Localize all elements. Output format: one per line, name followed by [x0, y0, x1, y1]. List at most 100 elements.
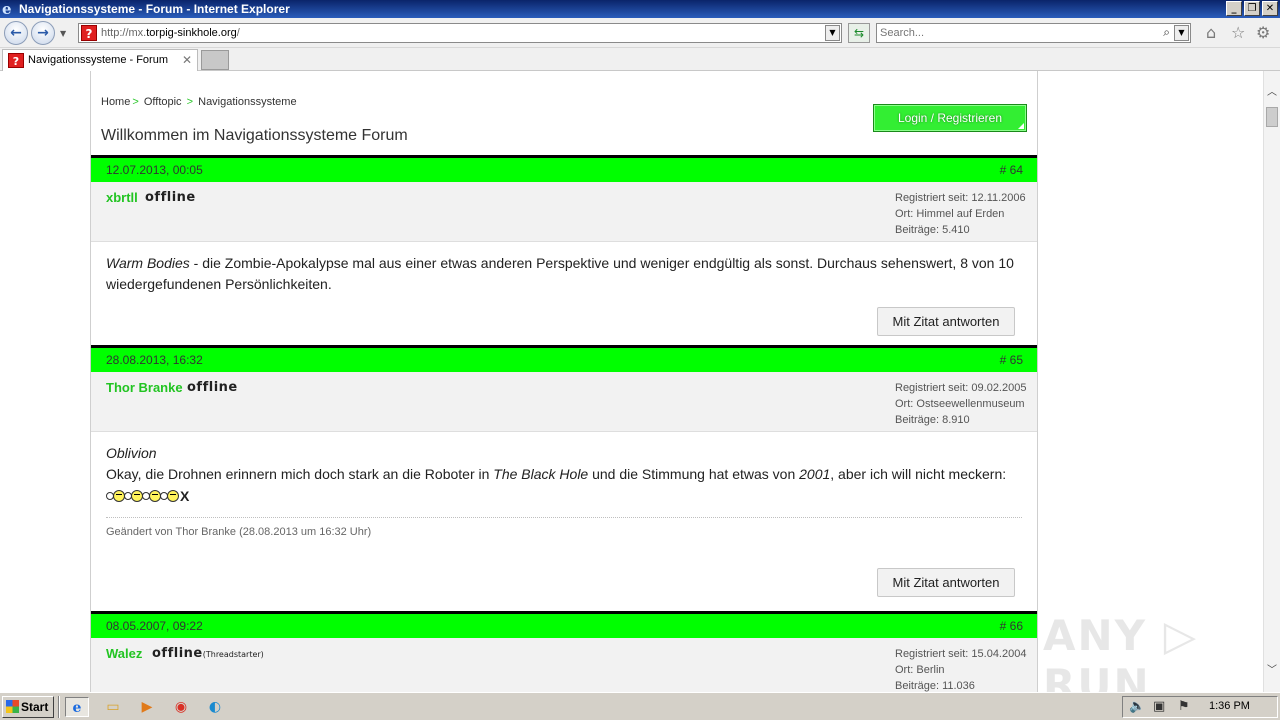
- address-bar[interactable]: ? http://mx.torpig-sinkhole.org/ ▼: [78, 23, 842, 43]
- forum-content: Home > Offtopic > Navigationssysteme Will…: [90, 71, 1038, 692]
- post-text: , aber ich will nicht meckern:: [830, 466, 1007, 482]
- post-movie-title: Warm Bodies: [106, 255, 190, 271]
- user-post-count: Beiträge: 8.910: [895, 414, 970, 426]
- taskbar-clock[interactable]: 1:36 PM: [1209, 700, 1250, 712]
- speaker-icon[interactable]: 🔈: [1129, 699, 1145, 715]
- user-meta: Registriert seit: 15.04.2004 Ort: Berlin…: [895, 646, 1026, 692]
- user-location: Ort: Berlin: [895, 664, 945, 676]
- post-user-info: Walez offline(Threadstarter) Registriert…: [91, 638, 1037, 692]
- post-date: 08.05.2007, 09:22: [106, 619, 203, 633]
- scroll-up-icon[interactable]: ︿: [1264, 85, 1280, 101]
- login-register-button[interactable]: Login / Registrieren: [873, 104, 1027, 132]
- ie-taskbar-icon[interactable]: e: [65, 697, 89, 717]
- page-viewport: Home > Offtopic > Navigationssysteme Will…: [0, 71, 1263, 692]
- user-post-count: Beiträge: 5.410: [895, 224, 970, 236]
- user-registered: Registriert seit: 15.04.2004: [895, 648, 1027, 660]
- chrome-icon[interactable]: ◉: [169, 697, 193, 717]
- user-registered: Registriert seit: 09.02.2005: [895, 382, 1027, 394]
- close-button[interactable]: ✕: [1262, 1, 1278, 16]
- user-location: Ort: Himmel auf Erden: [895, 208, 1005, 220]
- post-number-link[interactable]: # 66: [1000, 619, 1023, 633]
- site-favicon-icon: ?: [81, 25, 97, 41]
- back-button[interactable]: ←: [4, 21, 28, 45]
- user-post-count: Beiträge: 11.036: [895, 680, 975, 692]
- tab-bar: ? Navigationssysteme - Forum ✕: [0, 48, 1280, 71]
- address-dropdown-button[interactable]: ▼: [825, 25, 840, 41]
- threadstarter-note: (Threadstarter): [202, 650, 264, 659]
- url-prefix: http://mx.: [101, 27, 147, 39]
- quote-reply-button[interactable]: Mit Zitat antworten: [877, 307, 1015, 336]
- login-register-label: Login / Registrieren: [897, 111, 1003, 125]
- post-user-info: xbrtll offline Registriert seit: 12.11.2…: [91, 182, 1037, 242]
- breadcrumb-home[interactable]: Home: [101, 96, 130, 108]
- user-meta: Registriert seit: 12.11.2006 Ort: Himmel…: [895, 190, 1026, 238]
- explorer-folder-icon[interactable]: ▭: [101, 697, 125, 717]
- vertical-scrollbar[interactable]: ︿ ﹀: [1263, 71, 1280, 692]
- favorites-star-icon[interactable]: ☆: [1231, 25, 1245, 41]
- tab-navigationssysteme-forum[interactable]: ? Navigationssysteme - Forum ✕: [2, 49, 198, 71]
- scrollbar-thumb[interactable]: [1266, 107, 1278, 127]
- window-controls: _ ❐ ✕: [1226, 1, 1278, 16]
- history-dropdown-icon[interactable]: ▼: [60, 29, 66, 38]
- taskbar-separator: [58, 696, 60, 718]
- start-button[interactable]: Start: [2, 696, 54, 718]
- quote-reply-button[interactable]: Mit Zitat antworten: [877, 568, 1015, 597]
- windows-logo-icon: [6, 700, 19, 713]
- navigation-bar: ← → ▼ ? http://mx.torpig-sinkhole.org/ ▼…: [0, 18, 1280, 48]
- forward-button[interactable]: →: [31, 21, 55, 45]
- settings-gear-icon[interactable]: ⚙: [1256, 25, 1270, 41]
- search-box[interactable]: ⌕ ▼: [876, 23, 1191, 43]
- tab-close-icon[interactable]: ✕: [182, 53, 192, 67]
- refresh-button[interactable]: ⇆: [848, 23, 870, 43]
- home-icon[interactable]: ⌂: [1206, 25, 1216, 41]
- media-player-icon[interactable]: ▶: [135, 697, 159, 717]
- network-icon[interactable]: ▣: [1153, 699, 1165, 715]
- post-movie-title: Oblivion: [106, 445, 157, 461]
- search-input[interactable]: [880, 25, 1150, 41]
- search-icon[interactable]: ⌕: [1163, 25, 1170, 40]
- post-header: 08.05.2007, 09:22 # 66: [91, 611, 1037, 638]
- restore-button[interactable]: ❐: [1244, 1, 1260, 16]
- post-username[interactable]: Thor Branke: [106, 380, 183, 395]
- post-username[interactable]: Walez: [106, 646, 142, 661]
- address-url[interactable]: http://mx.torpig-sinkhole.org/: [101, 27, 240, 39]
- breadcrumb-navigationssysteme[interactable]: Navigationssysteme: [198, 96, 296, 108]
- user-status: offline(Threadstarter): [152, 646, 264, 661]
- url-suffix: /: [236, 27, 240, 39]
- page-title: Willkommen im Navigationssysteme Forum: [101, 127, 408, 144]
- tab-label: Navigationssysteme - Forum: [28, 54, 168, 66]
- action-center-flag-icon[interactable]: ⚑: [1178, 699, 1190, 715]
- edit-note: Geändert von Thor Branke (28.08.2013 um …: [106, 526, 372, 538]
- edge-icon[interactable]: ◐: [203, 697, 227, 717]
- minimize-button[interactable]: _: [1226, 1, 1242, 16]
- post-username[interactable]: xbrtll: [106, 190, 138, 205]
- search-dropdown-button[interactable]: ▼: [1174, 25, 1189, 41]
- url-domain: torpig-sinkhole.org: [146, 27, 237, 39]
- forward-arrow-icon: →: [37, 25, 49, 41]
- system-tray: 🔈 ▣ ⚑ 1:36 PM: [1122, 696, 1278, 718]
- user-status: offline: [187, 380, 238, 395]
- corner-triangle-icon: [1018, 123, 1024, 129]
- post-movie-reference: 2001: [799, 466, 831, 482]
- new-tab-button[interactable]: [201, 50, 229, 70]
- post-number-link[interactable]: # 65: [1000, 353, 1023, 367]
- post-text: und die Stimmung hat etwas von: [588, 466, 800, 482]
- back-arrow-icon: ←: [10, 25, 22, 41]
- edit-divider: [106, 517, 1022, 518]
- post-text: Okay, die Drohnen erinnern mich doch sta…: [106, 466, 494, 482]
- breadcrumb-separator: >: [186, 96, 194, 108]
- post-date: 28.08.2013, 16:32: [106, 353, 203, 367]
- post-number-link[interactable]: # 64: [1000, 163, 1023, 177]
- user-status-text: offline: [152, 646, 203, 661]
- post-user-info: Thor Branke offline Registriert seit: 09…: [91, 372, 1037, 432]
- smiley-row: X: [106, 487, 189, 505]
- user-status: offline: [145, 190, 196, 205]
- smiley-icon: [167, 490, 179, 502]
- smiley-end-text: X: [180, 487, 190, 504]
- user-meta: Registriert seit: 09.02.2005 Ort: Ostsee…: [895, 380, 1026, 428]
- refresh-icon: ⇆: [853, 26, 865, 40]
- breadcrumb-offtopic[interactable]: Offtopic: [144, 96, 182, 108]
- ie-logo-icon: e: [2, 0, 12, 18]
- post-body: Warm Bodies - die Zombie-Apokalypse mal …: [106, 253, 1026, 295]
- post-header: 28.08.2013, 16:32 # 65: [91, 345, 1037, 372]
